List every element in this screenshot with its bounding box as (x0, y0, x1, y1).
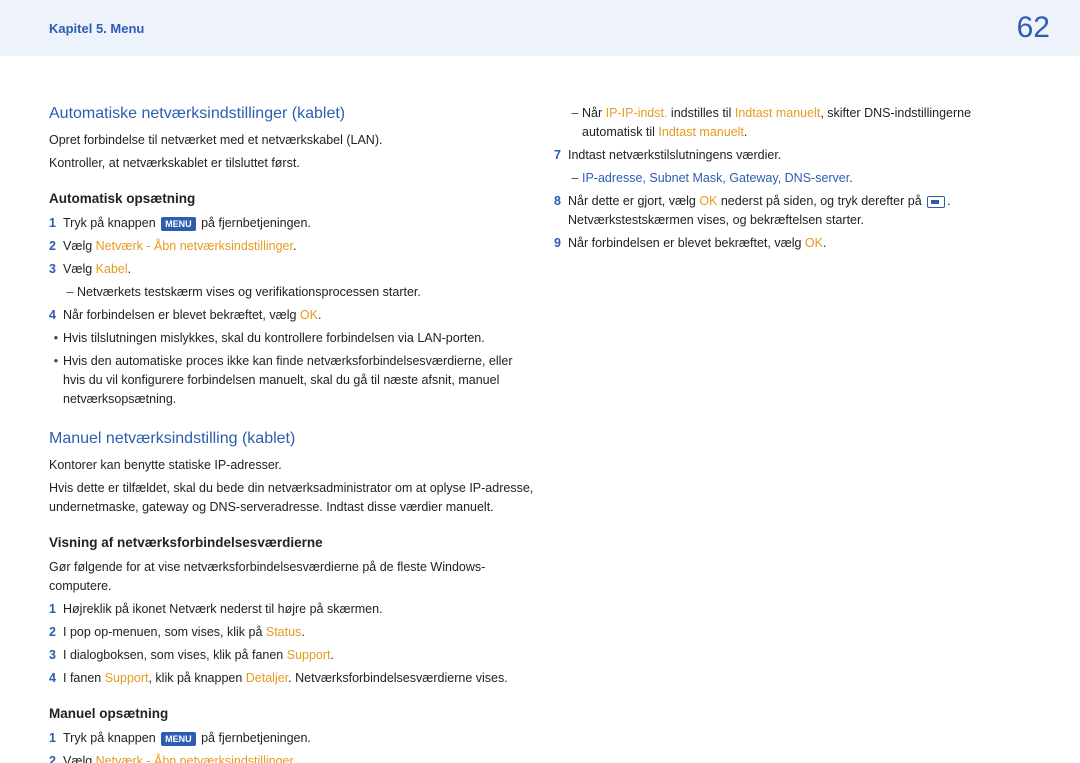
page-body: Automatiske netværksindstillinger (kable… (0, 56, 1080, 763)
view-step-3: 3 I dialogboksen, som vises, klik på fan… (49, 646, 536, 665)
manual-step-2: 2 Vælg Netværk - Åbn netværksindstilling… (49, 752, 536, 763)
manual-intro-2: Hvis dette er tilfældet, skal du bede di… (49, 479, 536, 517)
chapter-label: Kapitel 5. Menu (49, 21, 144, 36)
right-column: – Når IP-IP-indst. indstilles til Indtas… (554, 104, 1031, 763)
auto-intro-1: Opret forbindelse til netværket med et n… (49, 131, 536, 150)
auto-step-4: 4 Når forbindelsen er blevet bekræftet, … (49, 306, 536, 325)
auto-setup-title: Automatisk opsætning (49, 189, 536, 208)
auto-step-1: 1 Tryk på knappen MENU på fjernbetjening… (49, 214, 536, 233)
view-values-title: Visning af netværksforbindelsesværdierne (49, 533, 536, 552)
auto-bullet-1: • Hvis tilslutningen mislykkes, skal du … (49, 329, 536, 348)
view-values-intro: Gør følgende for at vise netværksforbind… (49, 558, 536, 596)
menu-chip-icon: MENU (161, 217, 196, 231)
manual-step-1: 1 Tryk på knappen MENU på fjernbetjening… (49, 729, 536, 748)
auto-step-3: 3 Vælg Kabel. (49, 260, 536, 279)
right-step-8: 8 Når dette er gjort, vælg OK nederst på… (554, 192, 1031, 230)
view-step-1: 1 Højreklik på ikonet Netværk nederst ti… (49, 600, 536, 619)
page-header: Kapitel 5. Menu 62 (0, 0, 1080, 56)
left-column: Automatiske netværksindstillinger (kable… (49, 104, 536, 763)
view-step-4: 4 I fanen Support, klik på knappen Detal… (49, 669, 536, 688)
manual-intro-1: Kontorer kan benytte statiske IP-adresse… (49, 456, 536, 475)
right-step-7-dash: – IP-adresse, Subnet Mask, Gateway, DNS-… (554, 169, 1031, 188)
manual-setup-title: Manuel opsætning (49, 704, 536, 723)
right-step-7: 7 Indtast netværkstilslutningens værdier… (554, 146, 1031, 165)
page-number: 62 (1017, 11, 1050, 45)
auto-bullet-2: • Hvis den automatiske proces ikke kan f… (49, 352, 536, 409)
section-auto-title: Automatiske netværksindstillinger (kable… (49, 104, 536, 123)
right-step-9: 9 Når forbindelsen er blevet bekræftet, … (554, 234, 1031, 253)
view-step-2: 2 I pop op-menuen, som vises, klik på St… (49, 623, 536, 642)
menu-chip-icon: MENU (161, 732, 196, 746)
right-step-6-dash: – Når IP-IP-indst. indstilles til Indtas… (554, 104, 1031, 142)
auto-step-3-dash: – Netværkets testskærm vises og verifika… (49, 283, 536, 302)
auto-intro-2: Kontroller, at netværkskablet er tilslut… (49, 154, 536, 173)
section-manual-title: Manuel netværksindstilling (kablet) (49, 429, 536, 448)
display-button-icon (927, 196, 945, 208)
auto-step-2: 2 Vælg Netværk - Åbn netværksindstilling… (49, 237, 536, 256)
